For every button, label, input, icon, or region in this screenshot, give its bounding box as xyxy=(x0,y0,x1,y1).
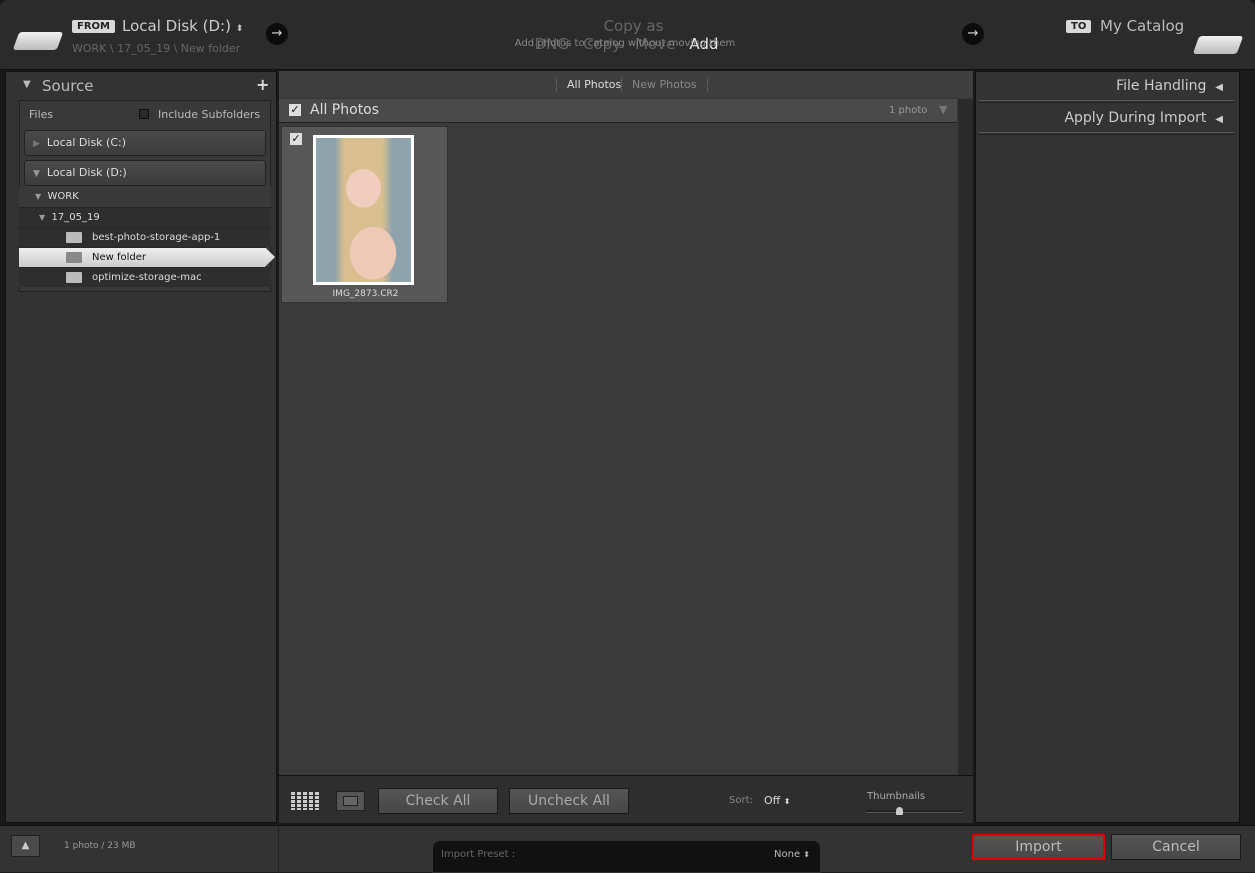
include-subfolders-label: Include Subfolders xyxy=(158,108,261,121)
arrow-right-icon: → xyxy=(962,23,984,45)
catalog-drive-icon xyxy=(1192,36,1244,54)
source-selector[interactable]: Local Disk (D:) ⬍ xyxy=(122,17,243,35)
divider xyxy=(979,132,1234,135)
photo-count: 1 photo xyxy=(889,105,928,116)
preset-selector[interactable]: None ⬍ xyxy=(774,849,810,860)
expand-up-button[interactable]: ▲ xyxy=(11,835,40,857)
photo-grid-panel: All Photos New Photos ✓ All Photos 1 pho… xyxy=(279,71,973,823)
files-label: Files xyxy=(29,108,54,121)
tab-all-photos[interactable]: All Photos xyxy=(556,78,631,91)
footer: ▲ 1 photo / 23 MB Import Preset : None ⬍… xyxy=(0,825,1255,873)
grid-title: All Photos xyxy=(310,102,380,118)
sort-selector[interactable]: Off ⬍ xyxy=(764,794,790,807)
grid-view-icon[interactable] xyxy=(291,792,320,810)
collapse-triangle-icon[interactable]: ▼ xyxy=(23,79,31,90)
right-panel: File Handling ◀ Apply During Import ◀ xyxy=(975,71,1240,823)
source-title: Source xyxy=(42,77,94,95)
sort-label: Sort: xyxy=(729,795,753,806)
source-drive-icon xyxy=(12,32,64,50)
cancel-button[interactable]: Cancel xyxy=(1111,834,1241,860)
tree-work[interactable]: ▼ WORK xyxy=(19,187,271,207)
photo-thumbnail xyxy=(313,135,414,285)
scrollbar[interactable] xyxy=(958,99,973,775)
thumbnail-size-slider[interactable] xyxy=(866,810,962,813)
photo-cell[interactable]: ✓ IMG_2873.CR2 xyxy=(281,126,448,303)
to-badge: TO xyxy=(1066,20,1092,33)
from-badge: FROM xyxy=(72,20,115,33)
disk-d[interactable]: ▼ Local Disk (D:) xyxy=(24,160,266,186)
import-summary: 1 photo / 23 MB xyxy=(64,841,136,851)
divider xyxy=(278,826,279,873)
import-header: FROM Local Disk (D:) ⬍ WORK \ 17_05_19 \… xyxy=(0,0,1255,70)
uncheck-all-button[interactable]: Uncheck All xyxy=(509,788,629,814)
import-button[interactable]: Import xyxy=(972,834,1105,860)
import-preset-bar[interactable]: Import Preset : None ⬍ xyxy=(432,840,821,873)
menu-triangle-icon[interactable]: ▼ xyxy=(939,103,947,116)
grid-toolbar: Check All Uncheck All Sort: Off ⬍ Thumbn… xyxy=(279,775,973,823)
source-panel: ▼ Source + Files Include Subfolders ▶ Lo… xyxy=(5,71,277,823)
folder-icon xyxy=(66,271,82,283)
include-subfolders-checkbox[interactable] xyxy=(139,109,149,119)
disk-c[interactable]: ▶ Local Disk (C:) xyxy=(24,130,266,156)
thumbnails-label: Thumbnails xyxy=(867,791,926,802)
check-all-button[interactable]: Check All xyxy=(378,788,498,814)
source-path: WORK \ 17_05_19 \ New folder xyxy=(72,42,241,55)
check-all-checkbox[interactable]: ✓ xyxy=(289,104,301,116)
photo-filename: IMG_2873.CR2 xyxy=(332,289,399,299)
folder-item-selected[interactable]: New folder xyxy=(19,247,275,267)
folder-item[interactable]: best-photo-storage-app-1 xyxy=(19,227,271,247)
loupe-view-icon[interactable] xyxy=(336,791,365,811)
folder-item[interactable]: optimize-storage-mac xyxy=(19,267,271,287)
arrow-right-icon: → xyxy=(266,23,288,45)
tree-date[interactable]: ▼ 17_05_19 xyxy=(19,207,271,227)
destination-catalog[interactable]: My Catalog xyxy=(1100,17,1184,35)
folder-icon xyxy=(66,251,82,263)
add-source-icon[interactable]: + xyxy=(256,75,269,94)
slider-thumb[interactable] xyxy=(896,807,903,815)
divider xyxy=(979,100,1234,103)
section-file-handling[interactable]: File Handling ◀ xyxy=(1116,78,1223,94)
mode-description: Add photos to catalog without moving the… xyxy=(514,38,736,49)
folder-icon xyxy=(66,231,82,243)
photo-checkbox[interactable]: ✓ xyxy=(290,133,302,145)
grid-header: ✓ All Photos 1 photo ▼ xyxy=(279,99,957,123)
preset-label: Import Preset : xyxy=(441,849,516,860)
tab-new-photos[interactable]: New Photos xyxy=(621,78,708,91)
tab-bar: All Photos New Photos xyxy=(279,71,973,97)
section-apply-during-import[interactable]: Apply During Import ◀ xyxy=(1064,110,1223,126)
